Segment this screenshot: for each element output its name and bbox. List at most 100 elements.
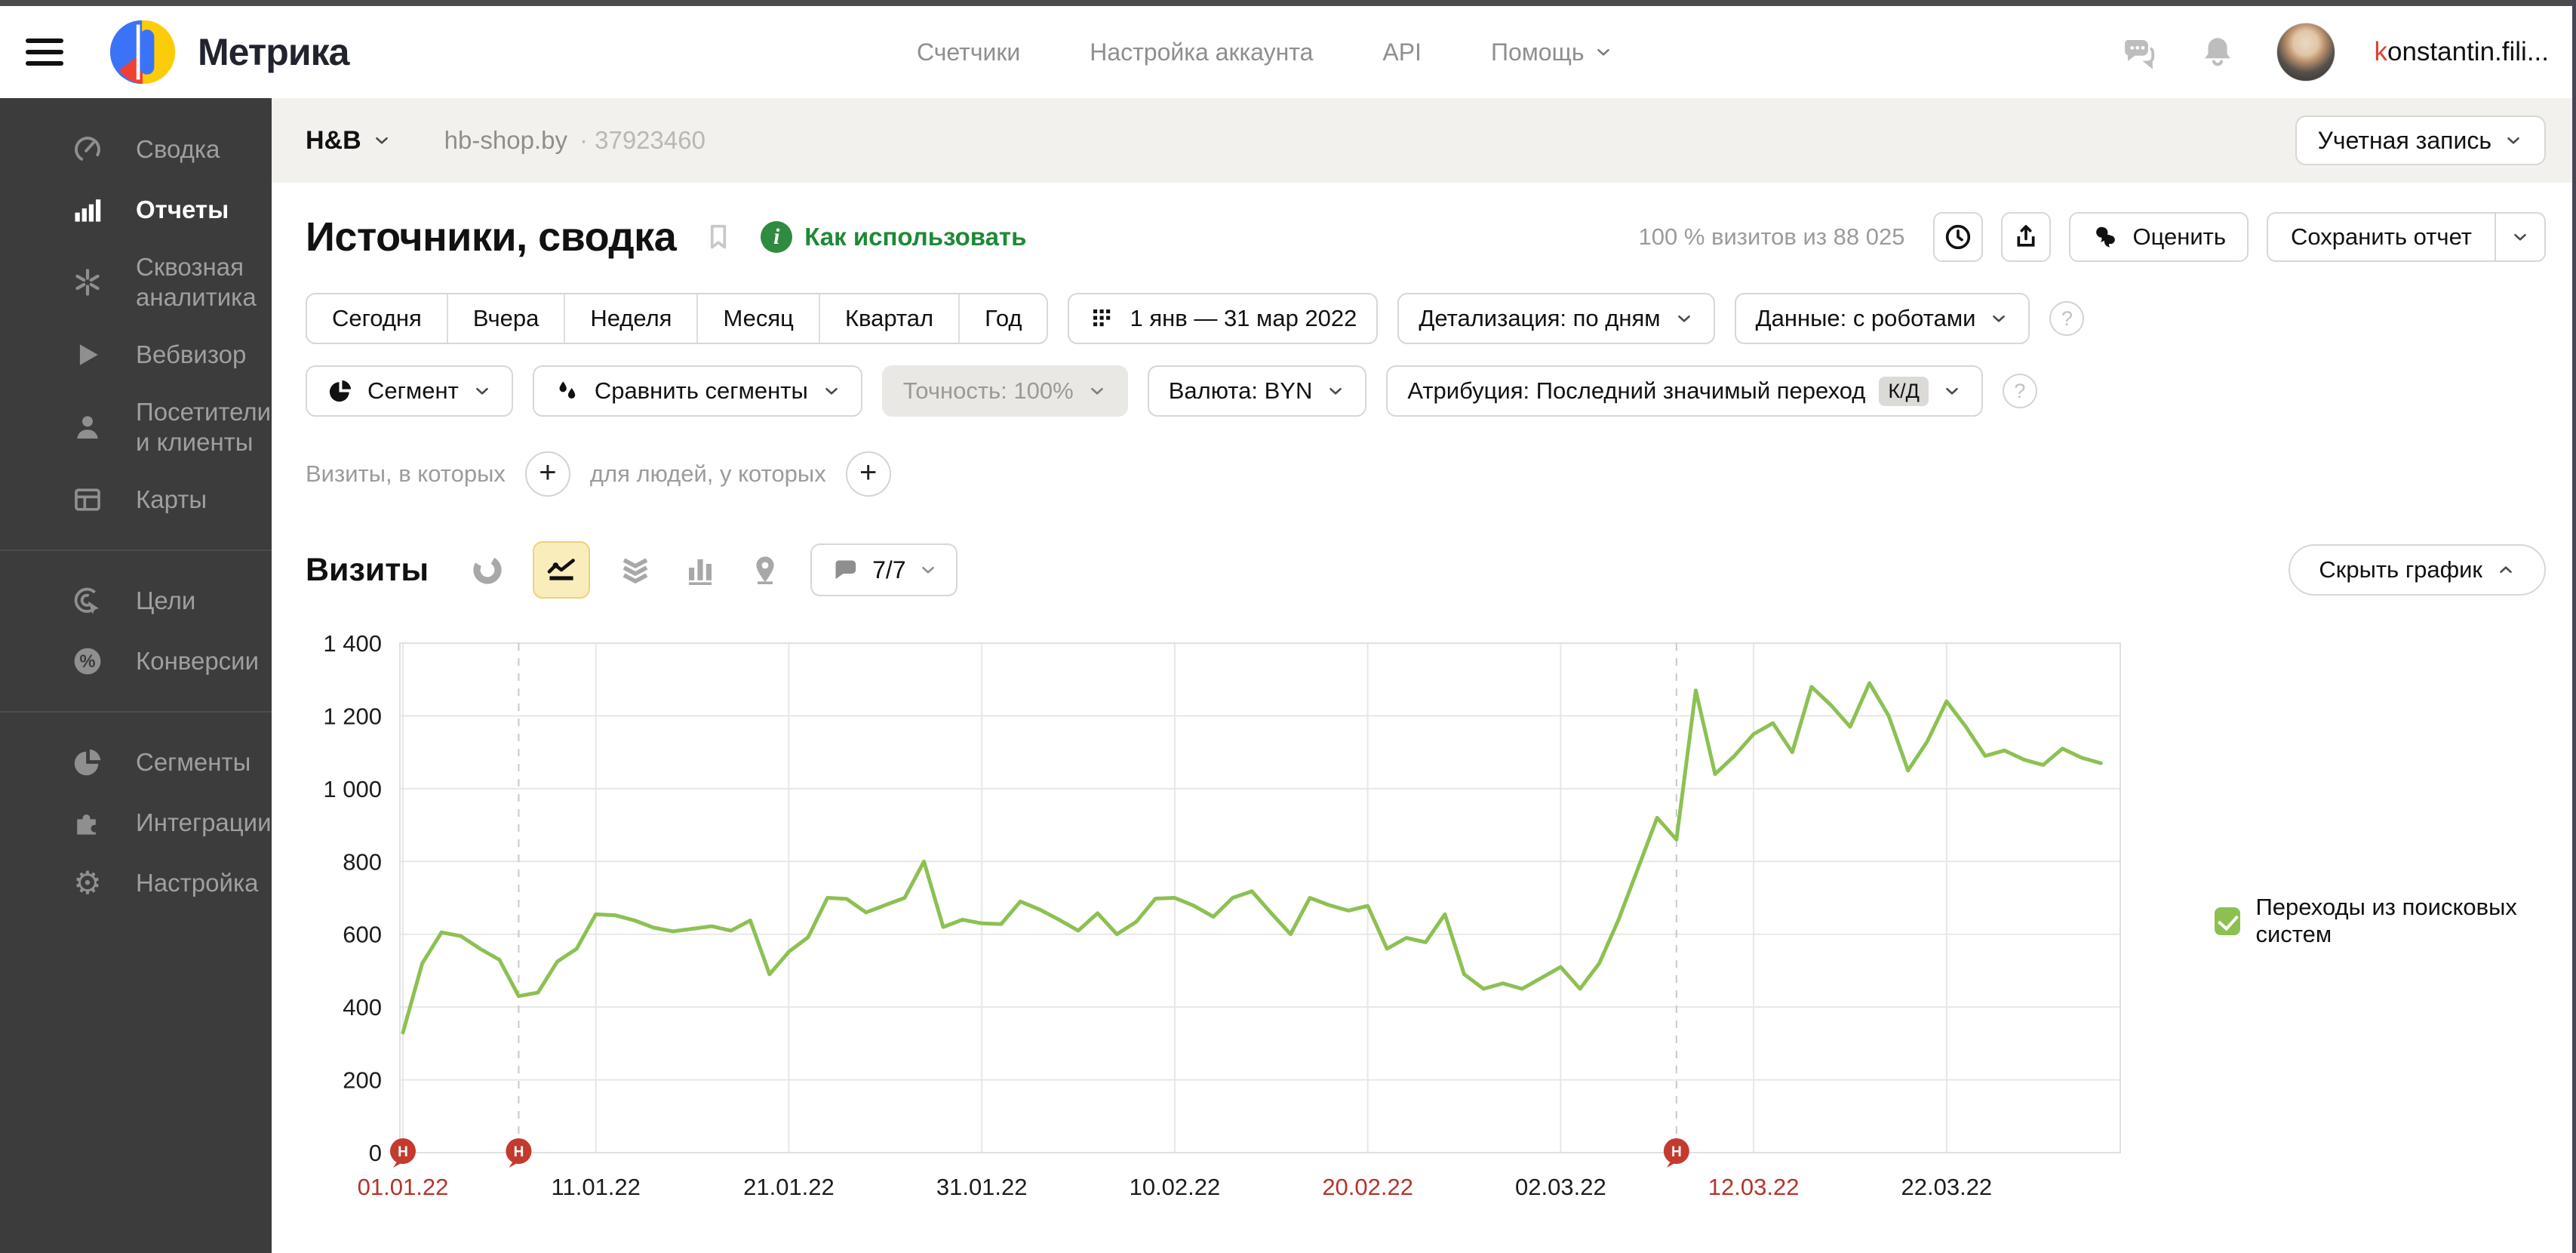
history-clock-button[interactable]	[1933, 212, 1984, 262]
sidebar-item-label: Посетители и клиенты	[136, 398, 272, 456]
nav-api[interactable]: API	[1382, 38, 1422, 66]
svg-text:10.02.22: 10.02.22	[1130, 1174, 1221, 1200]
segment-dropdown[interactable]: Сегмент	[306, 365, 513, 417]
sidebar-item-speedometer[interactable]: Сводка	[0, 119, 272, 180]
segment-pie-icon	[329, 380, 352, 402]
rate-icon	[2096, 226, 2116, 248]
play-icon	[69, 337, 106, 373]
page-title: Источники, сводка	[306, 214, 677, 260]
sidebar-item-play[interactable]: Вебвизор	[0, 325, 272, 385]
svg-text:Н: Н	[514, 1144, 524, 1160]
sidebar-item-percent[interactable]: % Конверсии	[0, 631, 272, 691]
metrics-count-dropdown[interactable]: 7/7	[810, 543, 958, 596]
sidebar-item-pie[interactable]: Сегменты	[0, 732, 272, 793]
rate-button[interactable]: Оценить	[2069, 212, 2249, 262]
svg-text:200: 200	[343, 1067, 382, 1094]
speedometer-icon	[69, 131, 106, 168]
sidebar-item-cross-analytics[interactable]: Сквозная аналитика	[0, 240, 272, 325]
chart-type-area-icon[interactable]	[616, 550, 655, 590]
period-button-1[interactable]: Вчера	[446, 294, 564, 343]
nav-counters[interactable]: Счетчики	[917, 38, 1020, 66]
hide-chart-button[interactable]: Скрыть график	[2289, 544, 2546, 596]
breadcrumb: H&B hb-shop.by · 37923460 Учетная запись	[272, 98, 2576, 183]
svg-text:21.01.22: 21.01.22	[743, 1174, 835, 1200]
account-button[interactable]: Учетная запись	[2295, 115, 2546, 165]
sidebar-item-layout[interactable]: Карты	[0, 469, 272, 530]
legend-checkbox-checked[interactable]	[2215, 907, 2241, 935]
detail-dropdown[interactable]: Детализация: по дням	[1397, 293, 1715, 344]
cross-analytics-icon	[69, 264, 106, 300]
help-question-icon[interactable]: ?	[2049, 301, 2085, 336]
svg-text:01.01.22: 01.01.22	[358, 1174, 449, 1200]
chart-type-columns-icon[interactable]	[681, 550, 720, 590]
top-navigation: Счетчики Настройка аккаунта API Помощь	[917, 38, 1613, 66]
data-mode-dropdown[interactable]: Данные: с роботами	[1734, 293, 2030, 344]
holiday-marker[interactable]: Н	[506, 1138, 532, 1168]
svg-text:Н: Н	[1671, 1144, 1682, 1160]
date-range-button[interactable]: 1 янв — 31 мар 2022	[1068, 293, 1379, 344]
counter-site: hb-shop.by	[444, 126, 567, 154]
sidebar-item-person[interactable]: Посетители и клиенты	[0, 385, 272, 469]
chart-section-title: Визиты	[306, 551, 429, 588]
period-button-2[interactable]: Неделя	[564, 294, 696, 343]
sidebar-item-label: Цели	[136, 586, 196, 614]
how-to-use-link[interactable]: i Как использовать	[761, 221, 1026, 253]
chat-icon[interactable]	[2120, 32, 2159, 72]
bookmark-icon[interactable]	[702, 220, 735, 254]
save-report-button[interactable]: Сохранить отчет	[2267, 212, 2546, 262]
svg-text:1 200: 1 200	[323, 703, 382, 729]
sidebar-item-target[interactable]: Цели	[0, 571, 272, 631]
logo-wordmark: Метрика	[198, 31, 349, 73]
hamburger-menu-icon[interactable]	[26, 38, 63, 66]
chart-type-line-icon-active[interactable]	[533, 541, 591, 599]
svg-text:0: 0	[369, 1140, 382, 1166]
period-button-0[interactable]: Сегодня	[307, 294, 447, 343]
person-icon	[69, 409, 106, 445]
sidebar-item-puzzle[interactable]: Интеграции	[0, 793, 272, 853]
chart-type-map-pin-icon[interactable]	[745, 550, 785, 590]
sidebar-item-bars[interactable]: Отчеты	[0, 180, 272, 240]
period-button-4[interactable]: Квартал	[818, 294, 958, 343]
period-button-3[interactable]: Месяц	[696, 294, 818, 343]
sidebar: Сводка Отчеты Сквозная аналитика Вебвизор Пос…	[0, 98, 272, 1253]
calendar-grid-icon	[1093, 309, 1111, 327]
gear-icon: ⚙	[73, 865, 102, 900]
holiday-marker[interactable]: Н	[1663, 1138, 1689, 1168]
nav-help[interactable]: Помощь	[1491, 38, 1613, 66]
export-button[interactable]	[2001, 212, 2052, 262]
attribution-dropdown[interactable]: Атрибуция: Последний значимый переход К/…	[1386, 365, 1983, 417]
user-name[interactable]: konstantin.fili...	[2375, 37, 2550, 67]
sidebar-divider	[0, 711, 272, 713]
chevron-down-icon	[1326, 381, 1345, 401]
metrica-logo[interactable]: Метрика	[109, 17, 349, 87]
period-button-5[interactable]: Год	[958, 294, 1047, 343]
nav-account-settings[interactable]: Настройка аккаунта	[1090, 38, 1313, 66]
svg-text:1 400: 1 400	[323, 630, 382, 657]
chevron-down-icon	[918, 560, 938, 580]
user-avatar[interactable]	[2276, 23, 2335, 82]
chart-type-donut-icon[interactable]	[468, 550, 507, 590]
svg-text:20.02.22: 20.02.22	[1322, 1174, 1413, 1200]
sidebar-item-gear[interactable]: ⚙ Настройка	[0, 853, 272, 913]
compare-droplets-icon	[559, 381, 576, 399]
chart-legend: Переходы из поисковых систем	[2215, 894, 2576, 948]
legend-label[interactable]: Переходы из поисковых систем	[2255, 894, 2576, 948]
svg-text:11.01.22: 11.01.22	[552, 1174, 641, 1200]
chevron-down-icon	[472, 381, 492, 401]
chevron-up-icon	[2496, 560, 2516, 580]
add-people-condition-button[interactable]: +	[845, 451, 891, 497]
accuracy-dropdown[interactable]: Точность: 100%	[881, 365, 1128, 417]
add-visit-condition-button[interactable]: +	[524, 451, 570, 497]
chevron-down-icon	[1674, 309, 1694, 328]
currency-dropdown[interactable]: Валюта: BYN	[1147, 365, 1367, 417]
pie-icon	[69, 744, 106, 780]
chart-canvas[interactable]: 0 200 400 600 800 1 000 1 200 1 400 01.01.22 11.0…	[309, 613, 2196, 1209]
help-question-icon[interactable]: ?	[2002, 374, 2037, 408]
chevron-down-icon	[822, 381, 841, 401]
holiday-marker[interactable]: Н	[390, 1138, 416, 1168]
save-report-dropdown[interactable]	[2495, 214, 2544, 260]
counter-selector[interactable]: H&B	[306, 126, 392, 155]
notifications-bell-icon[interactable]	[2198, 32, 2237, 72]
visits-share-text: 100 % визитов из 88 025	[1638, 223, 1905, 250]
compare-segments-dropdown[interactable]: Сравнить сегменты	[532, 365, 862, 417]
